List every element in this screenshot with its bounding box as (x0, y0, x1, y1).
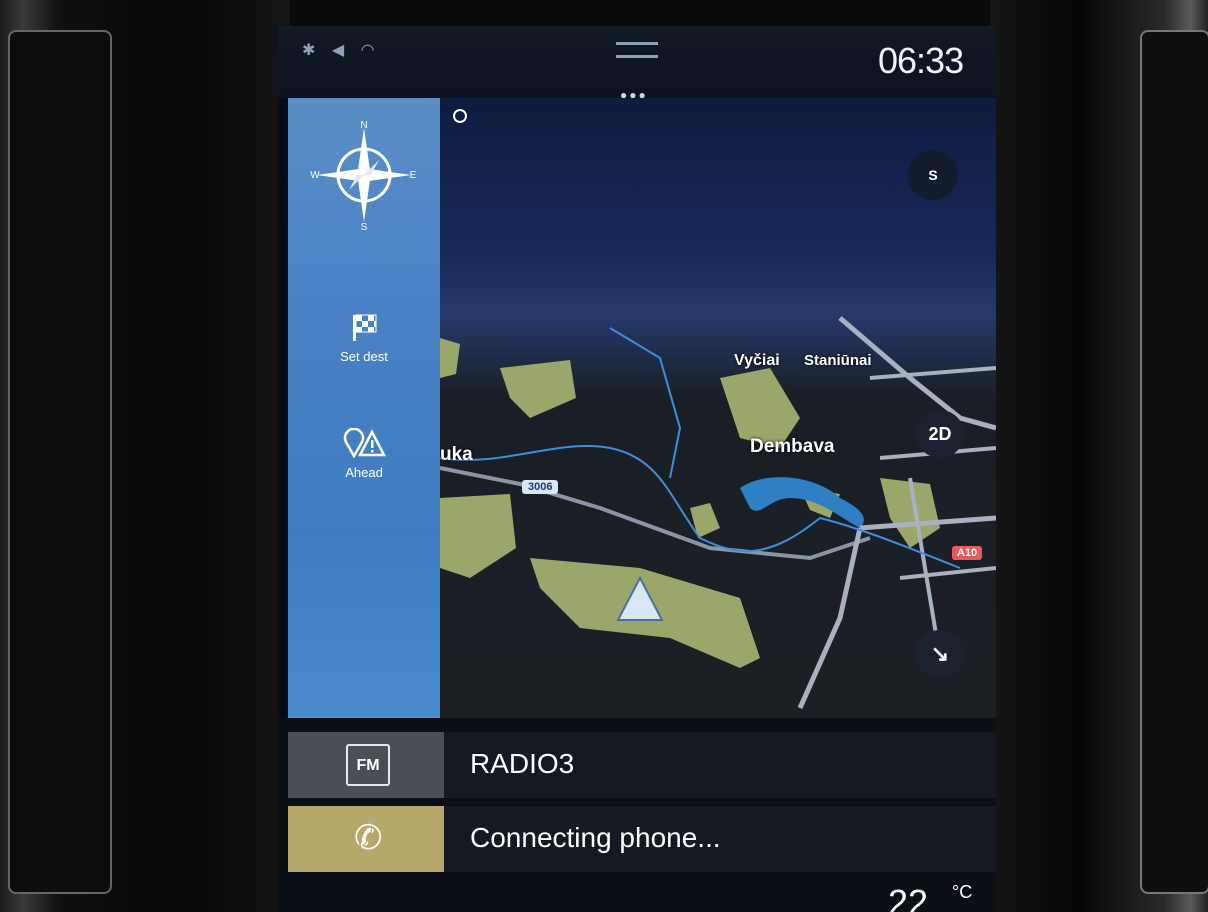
arrow-down-right-icon: ↘ (930, 641, 950, 666)
road-shield-a10: A10 (952, 546, 983, 560)
ahead-label: Ahead (345, 465, 383, 480)
place-label-vyciai: Vyčiai (734, 352, 780, 369)
poi-ahead-icon (343, 427, 387, 459)
compass-rose-icon: N S W E (310, 120, 417, 233)
set-destination-button[interactable]: Set dest (288, 312, 440, 364)
place-label-staniunai: Staniūnai (804, 352, 872, 369)
phone-status-text: Connecting phone... (470, 822, 721, 853)
status-icons: ✱ ◀ ◠ (302, 42, 381, 59)
expand-map-button[interactable]: ↘ (916, 630, 964, 678)
recenter-icon (453, 109, 467, 123)
compass-w: W (310, 170, 320, 181)
view-mode-2d-button[interactable]: 2D (916, 410, 964, 458)
compass-button[interactable]: N S W E (288, 120, 440, 235)
clock: 06:33 (878, 40, 964, 81)
nav-sidebar: N S W E Set dest Ahead (288, 98, 440, 718)
navigation-map[interactable]: Vyčiai Staniūnai Dembava uka 3006 A10 S … (440, 98, 996, 718)
checkered-flag-icon (353, 314, 377, 341)
bottom-panel: FM RADIO3 ✆ Connecting phone... 22 °C (278, 718, 996, 912)
compass-s: S (361, 222, 368, 230)
phone-icon: ✆ (354, 819, 383, 857)
compass-e: E (410, 170, 417, 181)
map-canvas (440, 109, 996, 710)
climate-bar[interactable]: 22 °C (278, 882, 996, 912)
phone-icon-tile: ✆ (288, 806, 444, 872)
phone-row[interactable]: ✆ Connecting phone... (288, 806, 996, 872)
left-trim (8, 30, 112, 894)
status-bar: ✱ ◀ ◠ 06:33 ●●● (278, 26, 996, 102)
fm-radio-icon: FM (346, 744, 390, 786)
place-label-uka: uka (440, 444, 473, 465)
right-trim (1140, 30, 1208, 894)
road-shield-3006: 3006 (522, 480, 559, 494)
temperature-unit: °C (952, 882, 973, 902)
radio-row[interactable]: FM RADIO3 (288, 732, 996, 798)
compass-mini-button[interactable]: S (908, 150, 958, 200)
set-dest-label: Set dest (340, 349, 388, 364)
pull-down-handle[interactable] (616, 42, 658, 58)
infotainment-screen: ✱ ◀ ◠ 06:33 ●●● N S W E Set dest Ahead V… (278, 26, 996, 912)
place-label-dembava: Dembava (750, 436, 835, 457)
cabin-temperature: 22 (888, 882, 929, 912)
radio-station-name: RADIO3 (470, 748, 575, 779)
radio-icon-tile: FM (288, 732, 444, 798)
ahead-button[interactable]: Ahead (288, 427, 440, 480)
compass-n: N (360, 120, 367, 131)
